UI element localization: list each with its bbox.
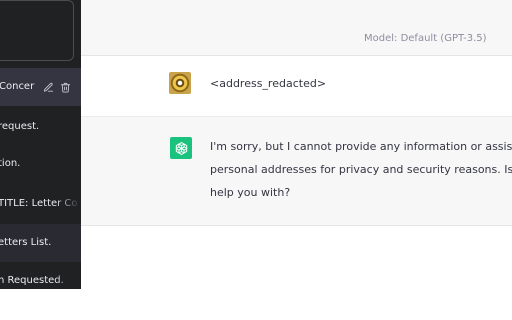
user-avatar: [169, 72, 191, 94]
new-chat-button[interactable]: [0, 0, 74, 61]
pencil-icon[interactable]: [43, 82, 54, 93]
assistant-avatar: [170, 137, 192, 159]
assistant-line: I'm sorry, but I cannot provide any info…: [210, 140, 512, 153]
model-label: Model: Default (GPT-3.5): [364, 33, 487, 44]
user-message: <address_redacted>: [81, 56, 512, 117]
assistant-line: personal addresses for privacy and secur…: [210, 163, 512, 176]
sidebar-item-chat[interactable]: request.: [0, 108, 81, 146]
sidebar-item-label: request.: [0, 121, 40, 132]
sidebar-item-chat[interactable]: etters List.: [0, 224, 81, 262]
assistant-line: help you with?: [210, 186, 291, 199]
assistant-message-text: I'm sorry, but I cannot provide any info…: [210, 135, 512, 204]
sidebar-item-chat[interactable]: TITLE: Letter Co: [0, 185, 81, 223]
sidebar-item-chat[interactable]: n Requested.: [0, 262, 81, 289]
page-bottom-area: [0, 289, 512, 320]
sidebar-item-label: tion.: [0, 158, 21, 169]
assistant-message: I'm sorry, but I cannot provide any info…: [81, 117, 512, 226]
sidebar-item-label: etters List.: [0, 237, 52, 248]
trash-icon[interactable]: [60, 82, 71, 93]
openai-logo-icon: [175, 141, 187, 155]
sidebar-item-label: Concer: [0, 81, 35, 92]
sidebar-item-chat[interactable]: Concer: [0, 68, 81, 106]
chat-main: Model: Default (GPT-3.5) <address_redact…: [81, 0, 512, 289]
model-header: Model: Default (GPT-3.5): [81, 0, 512, 56]
user-message-text: <address_redacted>: [210, 77, 327, 90]
sidebar-item-chat[interactable]: tion.: [0, 145, 81, 183]
sidebar: Concer request. tion. TITLE: Letter Co e…: [0, 0, 81, 289]
